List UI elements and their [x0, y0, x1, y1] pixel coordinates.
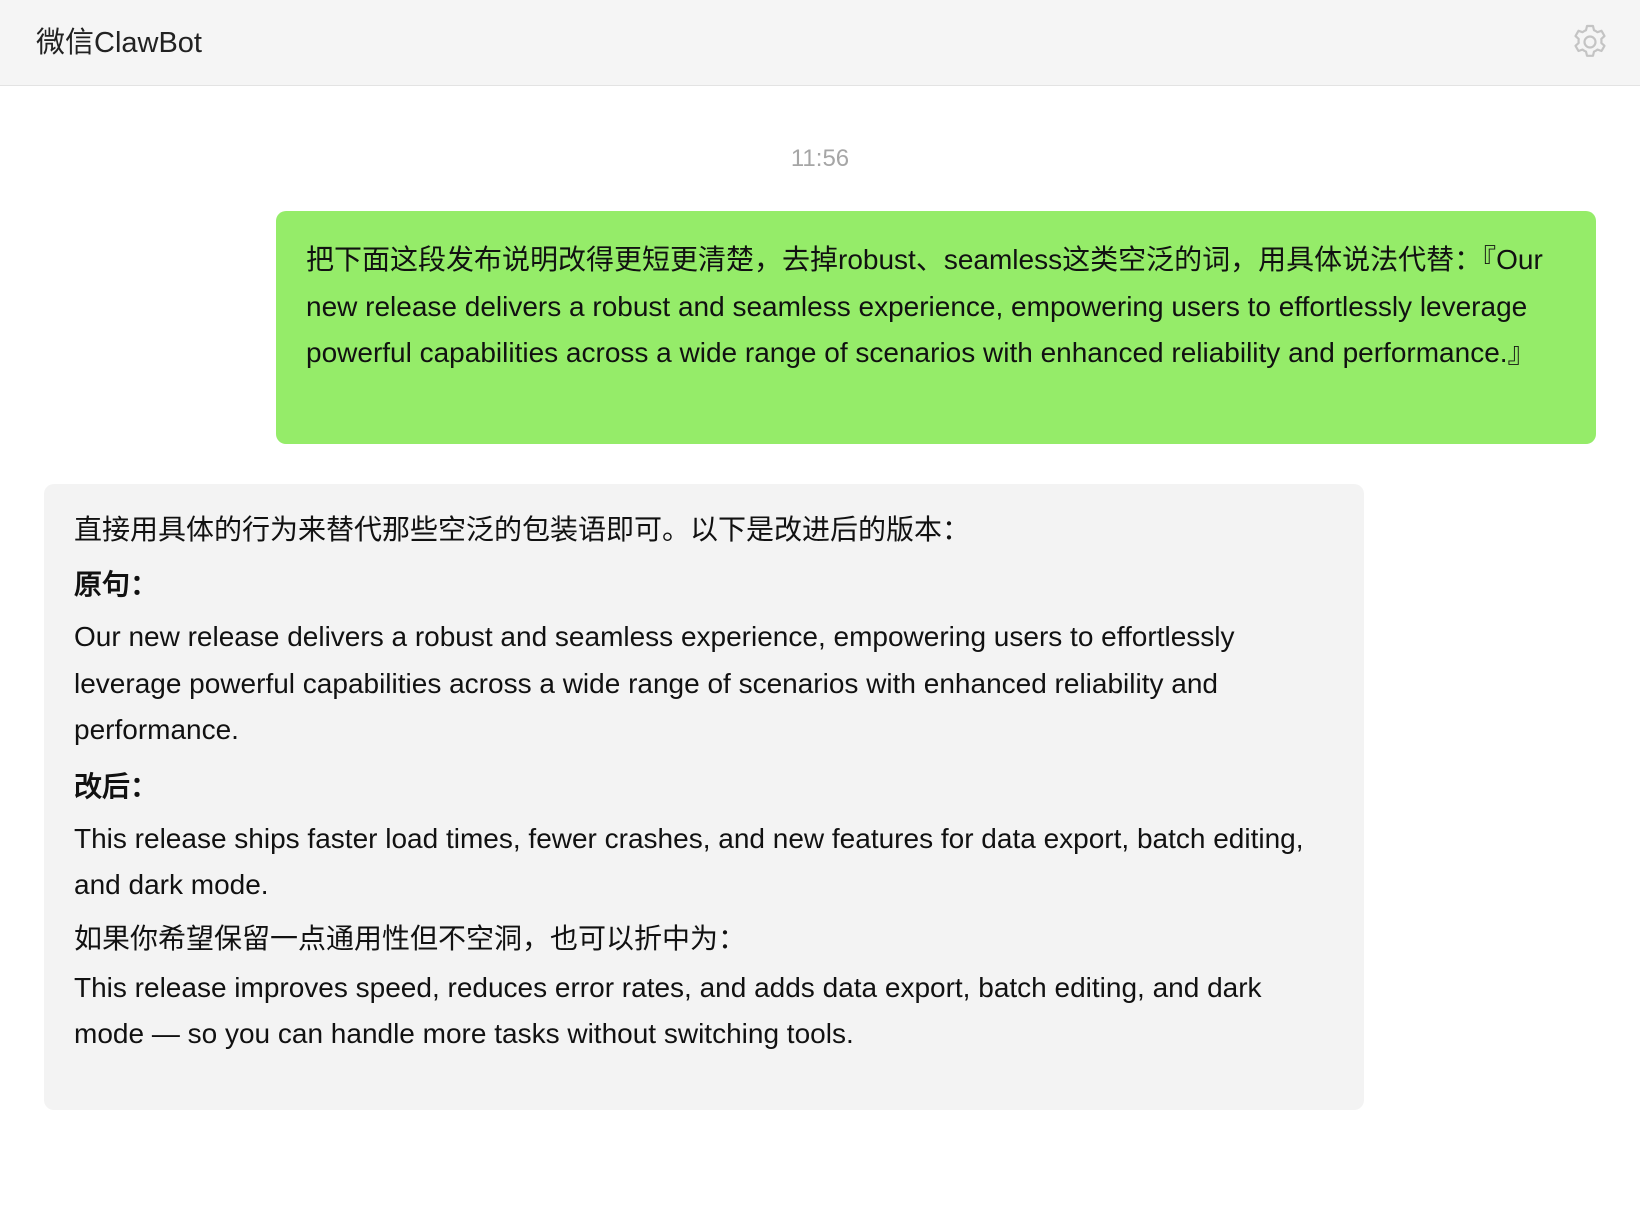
message-list[interactable]: 11:56 把下面这段发布说明改得更短更清楚，去掉robust、seamless…: [0, 86, 1640, 1206]
reply-intro: 直接用具体的行为来替代那些空泛的包装语即可。以下是改进后的版本：: [74, 514, 971, 545]
original-text: Our new release delivers a robust and se…: [74, 621, 1235, 745]
original-label: 原句：: [74, 569, 159, 600]
message-timestamp: 11:56: [790, 145, 850, 172]
bot-message-bubble[interactable]: 直接用具体的行为来替代那些空泛的包装语即可。以下是改进后的版本： 原句： Our…: [44, 484, 1364, 1110]
revised-text: This release ships faster load times, fe…: [74, 822, 1304, 901]
chat-window: 微信ClawBot 11:56 把下面这段发布说明改得更短更清楚，去掉robus…: [0, 0, 1640, 1206]
gear-icon: [1574, 24, 1606, 57]
window-title: 微信ClawBot: [36, 27, 202, 59]
title-bar: 微信ClawBot: [0, 0, 1640, 86]
settings-button[interactable]: [1570, 22, 1610, 62]
revised-label: 改后：: [74, 770, 159, 802]
user-message-bubble[interactable]: 把下面这段发布说明改得更短更清楚，去掉robust、seamless这类空泛的词…: [276, 211, 1596, 444]
compromise-intro: 如果你希望保留一点通用性但不空洞，也可以折中为：: [74, 922, 747, 954]
compromise-text: This release improves speed, reduces err…: [74, 971, 1262, 1050]
